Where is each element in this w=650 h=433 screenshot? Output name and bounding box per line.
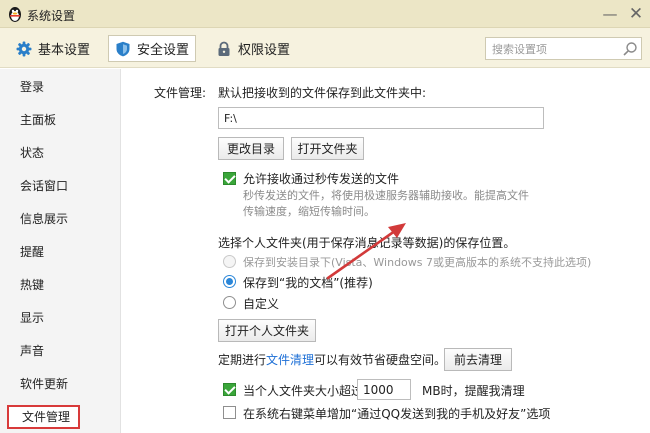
instant-transfer-checkbox[interactable] (223, 172, 236, 185)
qq-penguin-icon (9, 7, 21, 22)
minimize-button[interactable]: — (600, 4, 620, 24)
size-reminder-checkbox[interactable] (223, 383, 236, 396)
sidebar-item-file-management[interactable]: 文件管理 (7, 405, 80, 429)
sidebar-item-hotkeys[interactable]: 热键 (0, 273, 121, 297)
go-cleanup-button[interactable]: 前去清理 (444, 348, 512, 371)
close-button[interactable]: ✕ (626, 4, 646, 24)
open-personal-folder-button[interactable]: 打开个人文件夹 (218, 319, 316, 342)
radio-my-documents[interactable] (223, 275, 236, 288)
radio-custom-label: 自定义 (243, 297, 280, 311)
cleanup-text: 定期进行文件清理可以有效节省硬盘空间。 (218, 351, 446, 368)
sidebar-item-reminder[interactable]: 提醒 (0, 240, 121, 264)
tab-basic-label: 基本设置 (38, 43, 91, 58)
radio-install-dir-label: 保存到安装目录下(Vista、Windows 7或更高版本的系统不支持此选项) (243, 256, 592, 269)
save-folder-description: 默认把接收到的文件保存到此文件夹中: (218, 86, 427, 100)
size-reminder-suffix: MB时，提醒我清理 (422, 384, 525, 398)
sidebar-item-login[interactable]: 登录 (0, 75, 121, 99)
sidebar-item-chat-window[interactable]: 会话窗口 (0, 174, 121, 198)
personal-folder-label: 选择个人文件夹(用于保存消息记录等数据)的保存位置。 (218, 236, 516, 250)
window-title: 系统设置 (27, 9, 76, 23)
sidebar-item-status[interactable]: 状态 (0, 141, 121, 165)
radio-my-documents-label: 保存到“我的文档”(推荐) (243, 276, 373, 290)
lock-icon (218, 41, 230, 56)
tab-bar: 基本设置 安全设置 权限设置 (0, 28, 650, 68)
radio-install-dir[interactable] (223, 255, 236, 268)
tab-permission-label: 权限设置 (238, 43, 291, 58)
sidebar-item-display[interactable]: 显示 (0, 306, 121, 330)
context-menu-label: 在系统右键菜单增加“通过QQ发送到我的手机及好友”选项 (243, 407, 551, 421)
title-bar: 系统设置 — ✕ (0, 0, 650, 28)
context-menu-checkbox[interactable] (223, 406, 236, 419)
instant-transfer-hint: 秒传发送的文件，将使用极速服务器辅助接收。能提高文件传输速度，缩短传输时间。 (243, 189, 529, 218)
size-reminder-label: 当个人文件夹大小超过 (243, 384, 364, 398)
search-icon[interactable] (622, 41, 638, 57)
radio-custom[interactable] (223, 296, 236, 309)
tab-security-label: 安全设置 (137, 43, 190, 58)
shield-icon (116, 41, 130, 56)
search-box (485, 37, 642, 60)
tab-basic-settings[interactable]: 基本设置 (10, 35, 96, 62)
save-path-input[interactable] (218, 107, 544, 129)
tab-permission-settings[interactable]: 权限设置 (210, 35, 296, 62)
sidebar-item-software-update[interactable]: 软件更新 (0, 372, 121, 396)
section-label: 文件管理: (154, 86, 207, 100)
size-limit-input[interactable] (357, 379, 411, 400)
open-folder-button[interactable]: 打开文件夹 (291, 137, 364, 160)
instant-transfer-label: 允许接收通过秒传发送的文件 (243, 172, 400, 186)
file-cleanup-link[interactable]: 文件清理 (266, 353, 314, 367)
sidebar-item-main-panel[interactable]: 主面板 (0, 108, 121, 132)
tab-security-settings[interactable]: 安全设置 (108, 35, 197, 62)
cleanup-suffix: 可以有效节省硬盘空间。 (314, 353, 447, 367)
sidebar-item-info-display[interactable]: 信息展示 (0, 207, 121, 231)
search-input[interactable] (492, 42, 617, 56)
file-management-panel: 文件管理: 默认把接收到的文件保存到此文件夹中: 更改目录 打开文件夹 允许接收… (122, 69, 650, 433)
change-directory-button[interactable]: 更改目录 (218, 137, 284, 160)
cleanup-prefix: 定期进行 (218, 353, 267, 367)
gear-icon (16, 41, 32, 56)
sidebar-item-sound[interactable]: 声音 (0, 339, 121, 363)
sidebar: 登录 主面板 状态 会话窗口 信息展示 提醒 热键 显示 声音 软件更新 文件管… (0, 69, 121, 433)
